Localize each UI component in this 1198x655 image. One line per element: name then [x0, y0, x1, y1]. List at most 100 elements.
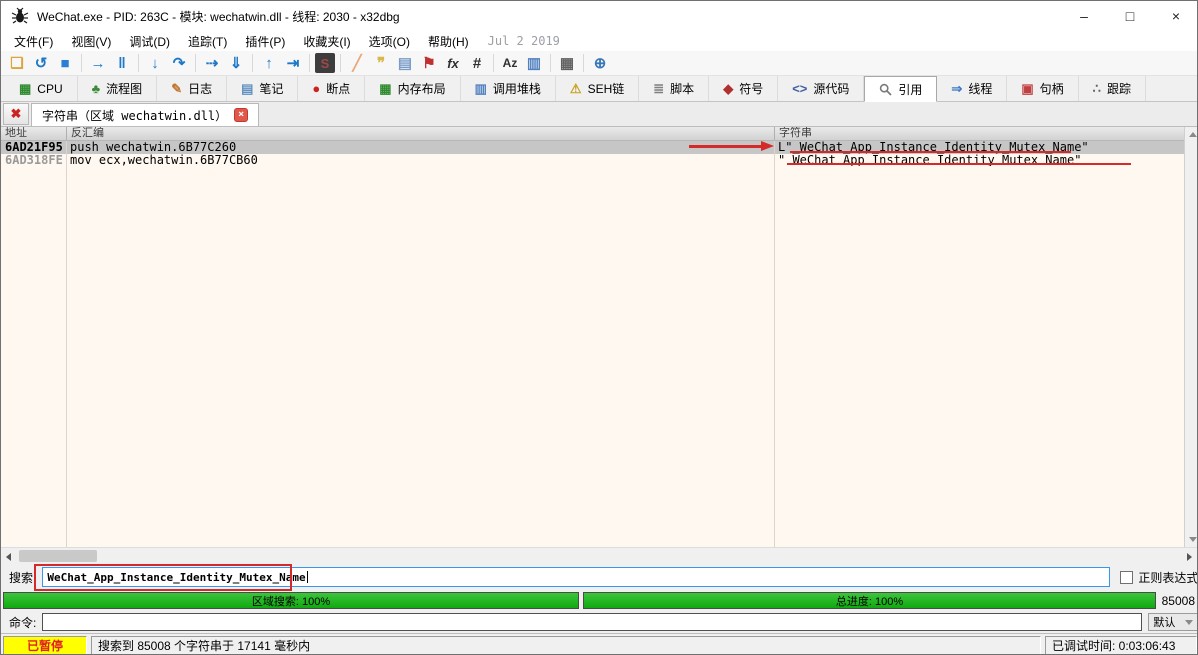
table-row[interactable]: 6AD318FE mov ecx,wechatwin.6B77CB60 "_We…: [1, 154, 1184, 167]
total-progress-bar: 总进度: 100%: [583, 592, 1156, 609]
scroll-down-icon[interactable]: [1185, 532, 1198, 547]
tab-handles[interactable]: ▣句柄: [1007, 76, 1078, 101]
column-header-string[interactable]: 字符串: [775, 127, 1184, 140]
toolbar: ❏ ↺ ■ → ‖ ↓ ↷ ⇢ ⇓ ↑ ⇥ S ╱ ❞ ▤ ⚑ fx # Az …: [1, 51, 1198, 76]
scroll-left-icon[interactable]: [1, 549, 16, 564]
subtab-close-icon[interactable]: ×: [234, 108, 248, 122]
tab-symbols[interactable]: ◆符号: [709, 76, 778, 101]
debug-time: 已调试时间: 0:03:06:43: [1045, 636, 1197, 655]
tab-label: 调用堆栈: [493, 80, 541, 97]
tab-references[interactable]: 引用: [864, 76, 937, 102]
table-row[interactable]: 6AD21F95 push wechatwin.6B77C260 L"_WeCh…: [1, 141, 1184, 154]
vertical-scrollbar[interactable]: [1184, 127, 1198, 547]
search-input[interactable]: WeChat_App_Instance_Identity_Mutex_Name: [42, 567, 1110, 587]
tab-source[interactable]: <> 源代码: [778, 76, 864, 101]
close-button[interactable]: ×: [1153, 1, 1198, 31]
menu-favourites[interactable]: 收藏夹(I): [294, 31, 359, 52]
menu-trace[interactable]: 追踪(T): [179, 31, 236, 52]
script-icon: ≣: [653, 81, 664, 97]
column-header-disassembly[interactable]: 反汇编: [67, 127, 775, 140]
tab-log[interactable]: ✎日志: [157, 76, 227, 101]
calculator-icon[interactable]: ▦: [556, 53, 578, 73]
source-icon: <>: [792, 81, 807, 96]
menu-view[interactable]: 视图(V): [62, 31, 120, 52]
trace-into-icon[interactable]: ⇢: [201, 53, 223, 73]
step-into-icon[interactable]: ↓: [144, 53, 166, 73]
tab-trace[interactable]: ∴跟踪: [1079, 76, 1146, 101]
comments-icon[interactable]: ❞: [370, 53, 392, 73]
menu-bar: 文件(F) 视图(V) 调试(D) 追踪(T) 插件(P) 收藏夹(I) 选项(…: [1, 31, 1198, 51]
tab-threads[interactable]: ⇒线程: [937, 76, 1007, 101]
restart-icon[interactable]: ↺: [30, 53, 52, 73]
progress-row: 区域搜索: 100% 总进度: 100% 85008: [1, 591, 1198, 611]
menu-file[interactable]: 文件(F): [5, 31, 62, 52]
column-header-address[interactable]: 地址: [1, 127, 67, 140]
table-header: 地址 反汇编 字符串: [1, 127, 1184, 141]
case-icon[interactable]: Az: [499, 53, 521, 73]
strings-icon[interactable]: S: [315, 53, 335, 73]
tab-label: 日志: [188, 80, 212, 97]
tab-graph[interactable]: ♣流程图: [78, 76, 158, 101]
tab-memory-map[interactable]: ▦内存布局: [365, 76, 460, 101]
tab-label: 源代码: [813, 80, 849, 97]
stop-icon[interactable]: ■: [54, 53, 76, 73]
handles-icon: ▣: [1021, 81, 1033, 97]
regex-checkbox[interactable]: [1120, 571, 1133, 584]
tab-label: SEH链: [588, 80, 625, 97]
x32dbg-window: WeChat.exe - PID: 263C - 模块: wechatwin.d…: [0, 0, 1198, 655]
address-cell: 6AD21F95: [1, 141, 67, 154]
labels-icon[interactable]: ▤: [394, 53, 416, 73]
command-input[interactable]: [42, 613, 1142, 631]
title-bar: WeChat.exe - PID: 263C - 模块: wechatwin.d…: [1, 1, 1198, 31]
subtab-strings[interactable]: 字符串（区域 wechatwin.dll） ×: [31, 103, 259, 126]
hash-icon[interactable]: #: [466, 53, 488, 73]
menu-plugins[interactable]: 插件(P): [236, 31, 294, 52]
tab-breakpoints[interactable]: ●断点: [298, 76, 365, 101]
disasm-cell: mov ecx,wechatwin.6B77CB60: [67, 154, 775, 167]
run-until-user-icon[interactable]: ⇥: [282, 53, 304, 73]
tab-label: CPU: [37, 82, 62, 96]
tab-label: 引用: [898, 81, 922, 98]
menu-help[interactable]: 帮助(H): [419, 31, 478, 52]
address-cell: 6AD318FE: [1, 154, 67, 167]
scroll-up-icon[interactable]: [1185, 127, 1198, 142]
search-value: WeChat_App_Instance_Identity_Mutex_Name: [47, 571, 305, 584]
string-cell: "_WeChat_App_Instance_Identity_Mutex_Nam…: [775, 154, 1184, 167]
search-row: 搜索: WeChat_App_Instance_Identity_Mutex_N…: [1, 563, 1198, 591]
close-all-tabs-button[interactable]: ✖: [3, 103, 29, 125]
scrollbar-thumb[interactable]: [19, 550, 97, 562]
horizontal-scrollbar[interactable]: [1, 547, 1198, 563]
minimize-button[interactable]: –: [1061, 1, 1107, 31]
memory-icon: ▦: [379, 81, 391, 97]
run-to-user-code-icon[interactable]: ↑: [258, 53, 280, 73]
run-icon[interactable]: →: [87, 53, 109, 73]
pause-icon[interactable]: ‖: [111, 53, 133, 73]
functions-icon[interactable]: fx: [442, 53, 464, 73]
patch-icon[interactable]: ╱: [346, 53, 368, 73]
open-file-icon[interactable]: ❏: [6, 53, 28, 73]
scroll-right-icon[interactable]: [1182, 549, 1197, 564]
tab-label: 符号: [739, 80, 763, 97]
graph-icon: ♣: [92, 81, 101, 96]
tab-label: 跟踪: [1107, 80, 1131, 97]
execute-till-return-icon[interactable]: ⇓: [225, 53, 247, 73]
chevron-down-icon: [1185, 620, 1193, 625]
tab-notes[interactable]: ▤笔记: [227, 76, 298, 101]
menu-debug[interactable]: 调试(D): [120, 31, 179, 52]
bookmarks-icon[interactable]: ⚑: [418, 53, 440, 73]
tab-label: 笔记: [259, 80, 283, 97]
breakpoint-icon: ●: [312, 81, 320, 96]
maximize-button[interactable]: □: [1107, 1, 1153, 31]
command-profile-select[interactable]: 默认: [1148, 613, 1198, 631]
tab-call-stack[interactable]: ▥调用堆栈: [461, 76, 556, 101]
status-message: 搜索到 85008 个字符串于 17141 毫秒内: [91, 636, 1041, 655]
globe-icon[interactable]: ⊕: [589, 53, 611, 73]
tab-script[interactable]: ≣脚本: [639, 76, 709, 101]
menu-options[interactable]: 选项(O): [360, 31, 419, 52]
tab-cpu[interactable]: ▦CPU: [5, 76, 78, 101]
hover-info-icon[interactable]: ▥: [523, 53, 545, 73]
tab-label: 线程: [968, 80, 992, 97]
step-over-icon[interactable]: ↷: [168, 53, 190, 73]
regex-label[interactable]: 正则表达式: [1138, 569, 1198, 586]
tab-seh[interactable]: ⚠SEH链: [556, 76, 639, 101]
